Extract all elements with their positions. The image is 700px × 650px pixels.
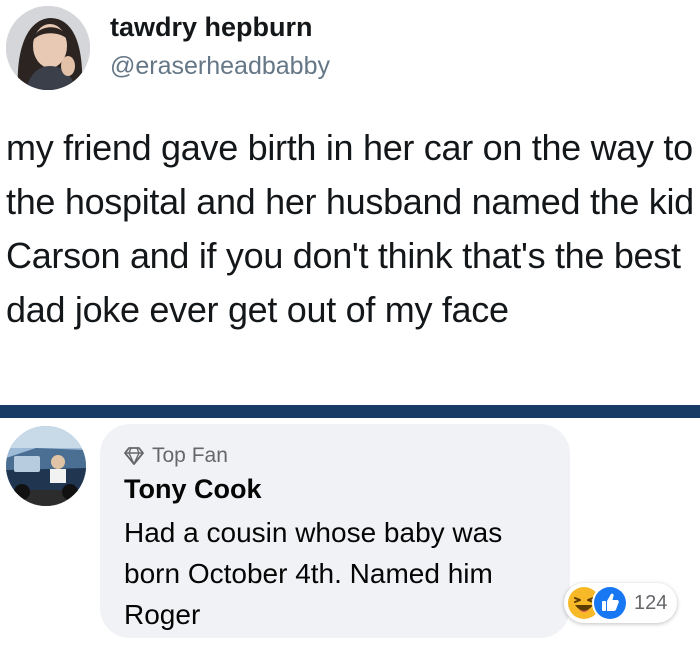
screenshot: tawdry hepburn @eraserheadbabby my frien… xyxy=(0,0,700,650)
tweet-text: my friend gave birth in her car on the w… xyxy=(6,127,694,330)
tweet: tawdry hepburn @eraserheadbabby my frien… xyxy=(0,0,700,405)
commenter-name[interactable]: Tony Cook xyxy=(124,474,262,505)
tweet-avatar[interactable] xyxy=(6,6,90,90)
profile-photo-icon xyxy=(6,6,90,90)
display-name[interactable]: tawdry hepburn xyxy=(110,12,313,43)
profile-photo-icon xyxy=(6,426,86,506)
like-icon xyxy=(592,585,628,621)
comment-bubble: Top Fan Tony Cook Had a cousin whose bab… xyxy=(100,424,570,638)
comment-text: Had a cousin whose baby was born October… xyxy=(124,517,503,630)
divider xyxy=(0,405,700,418)
top-fan-badge: Top Fan xyxy=(124,444,228,468)
comment: Top Fan Tony Cook Had a cousin whose bab… xyxy=(0,418,700,650)
reactions-summary[interactable]: 124 xyxy=(564,583,678,623)
user-handle[interactable]: @eraserheadbabby xyxy=(110,52,330,81)
diamond-icon xyxy=(124,447,144,465)
top-fan-label: Top Fan xyxy=(152,444,228,467)
reaction-count: 124 xyxy=(634,591,668,614)
comment-avatar[interactable] xyxy=(6,426,86,506)
